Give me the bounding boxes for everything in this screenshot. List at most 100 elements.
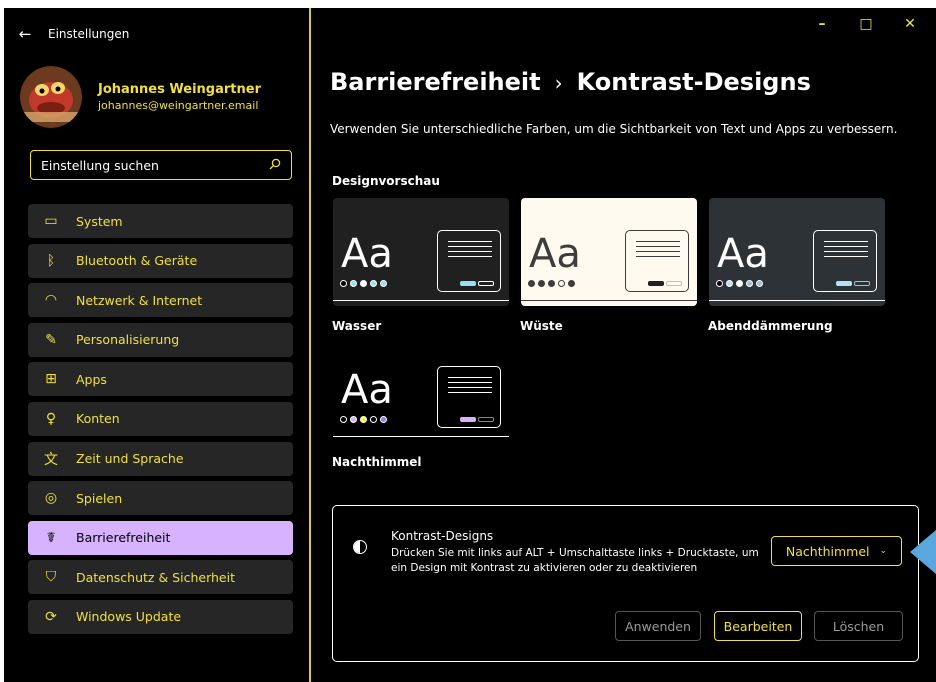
user-name: Johannes Weingartner [98, 82, 261, 97]
window-controls: – □ ✕ [800, 8, 932, 42]
sidebar-item-datenschutz-sicherheit[interactable]: ⛉ Datenschutz & Sicherheit [28, 560, 293, 595]
time-language-icon: 文 [44, 451, 58, 468]
theme-color-dots [340, 416, 390, 423]
brush-icon: ✎ [45, 331, 57, 348]
person-icon: ♀ [45, 410, 57, 427]
color-dot [528, 280, 535, 287]
back-button[interactable]: ← [14, 20, 36, 48]
delete-button[interactable]: Löschen [814, 611, 903, 641]
theme-label: Wasser [332, 319, 382, 333]
sidebar-item-label: Zeit und Sprache [76, 451, 184, 467]
page-description: Verwenden Sie unterschiedliche Farben, u… [330, 122, 898, 136]
maximize-button[interactable]: □ [844, 8, 888, 40]
pointer-arrow-tail [930, 544, 936, 560]
settings-window: ← Einstellungen Johannes Weingartner joh… [4, 8, 936, 682]
color-dot [548, 280, 555, 287]
panel-description: Drücken Sie mit links auf ALT + Umschalt… [391, 547, 759, 574]
sidebar-item-label: Konten [76, 411, 120, 427]
search-icon [269, 158, 281, 173]
close-icon: ✕ [904, 16, 916, 32]
theme-window-sample [437, 230, 501, 292]
sidebar-item-label: Datenschutz & Sicherheit [76, 569, 235, 585]
theme-aa-sample: Aa [717, 231, 769, 277]
edit-button[interactable]: Bearbeiten [714, 611, 802, 641]
breadcrumb: Barrierefreiheit › Kontrast-Designs [330, 68, 811, 96]
sidebar-item-label: Personalisierung [76, 332, 180, 348]
theme-dropdown[interactable]: Nachthimmel ⌄ [771, 536, 902, 566]
theme-window-sample [625, 230, 689, 292]
close-button[interactable]: ✕ [888, 8, 932, 40]
color-dot [360, 416, 367, 423]
contrast-theme-panel: Kontrast-Designs Drücken Sie mit links a… [332, 505, 919, 662]
color-dot [350, 416, 357, 423]
shield-icon: ⛉ [45, 569, 57, 586]
color-dot [756, 280, 763, 287]
color-dot [350, 280, 357, 287]
monitor-icon: ▭ [44, 213, 58, 229]
sidebar-item-barrierefreiheit[interactable]: ☤ Barrierefreiheit [28, 520, 293, 555]
sidebar-item-spielen[interactable]: ◎ Spielen [28, 481, 293, 516]
search-placeholder: Einstellung suchen [41, 157, 159, 173]
color-dot [538, 280, 545, 287]
gamepad-icon: ◎ [44, 490, 58, 507]
theme-aa-sample: Aa [341, 367, 393, 413]
titlebar: ← Einstellungen [14, 14, 130, 54]
wifi-icon: ◠ [44, 292, 58, 309]
theme-preview-wasser[interactable]: Aa [333, 198, 509, 306]
color-dot [360, 280, 367, 287]
sidebar-item-netzwerk-internet[interactable]: ◠ Netzwerk & Internet [28, 283, 293, 318]
sidebar-item-zeit-und-sprache[interactable]: 文 Zeit und Sprache [28, 441, 293, 476]
user-profile[interactable]: Johannes Weingartner johannes@weingartne… [20, 66, 261, 128]
color-dot [370, 280, 377, 287]
theme-label: Nachthimmel [332, 455, 422, 469]
app-title: Einstellungen [48, 27, 130, 41]
sidebar-item-apps[interactable]: ⊞ Apps [28, 362, 293, 397]
theme-preview-abenddämmerung[interactable]: Aa [709, 198, 885, 306]
breadcrumb-separator: › [554, 71, 563, 95]
color-dot [726, 280, 733, 287]
update-icon: ⟳ [45, 608, 57, 625]
sidebar-item-windows-update[interactable]: ⟳ Windows Update [28, 599, 293, 634]
sidebar-item-label: Spielen [76, 490, 123, 506]
theme-label: Abenddämmerung [708, 319, 833, 333]
back-arrow-icon: ← [18, 25, 32, 43]
color-dot [558, 280, 565, 287]
breadcrumb-parent[interactable]: Barrierefreiheit [330, 68, 541, 96]
sidebar-item-personalisierung[interactable]: ✎ Personalisierung [28, 322, 293, 357]
sidebar-item-system[interactable]: ▭ System [28, 204, 293, 238]
profile-text: Johannes Weingartner johannes@weingartne… [98, 82, 261, 112]
theme-window-sample [813, 230, 877, 292]
theme-window-sample [437, 366, 501, 428]
sidebar-item-konten[interactable]: ♀ Konten [28, 401, 293, 436]
theme-preview-nachthimmel[interactable]: Aa [333, 334, 509, 442]
preview-section-title: Designvorschau [332, 174, 440, 188]
user-email: johannes@weingartner.email [98, 99, 259, 112]
theme-aa-sample: Aa [341, 231, 393, 277]
theme-preview-wüste[interactable]: Aa [521, 198, 697, 306]
breadcrumb-current: Kontrast-Designs [576, 68, 811, 96]
sidebar-divider [309, 8, 311, 682]
color-dot [380, 416, 387, 423]
color-dot [370, 416, 377, 423]
color-dot [340, 280, 347, 287]
theme-color-dots [340, 280, 390, 287]
color-dot [340, 416, 347, 423]
sidebar-item-label: Bluetooth & Geräte [76, 253, 198, 269]
sidebar-item-label: Barrierefreiheit [76, 530, 171, 546]
color-dot [746, 280, 753, 287]
maximize-icon: □ [859, 16, 873, 32]
color-dot [736, 280, 743, 287]
search-input[interactable]: Einstellung suchen [30, 150, 292, 180]
sidebar-item-label: Netzwerk & Internet [76, 292, 203, 308]
contrast-icon [353, 540, 367, 554]
minimize-button[interactable]: – [800, 8, 844, 40]
sidebar-item-bluetooth-geräte[interactable]: ᛒ Bluetooth & Geräte [28, 243, 293, 278]
nav-list: ▭ System ᛒ Bluetooth & Geräte ◠ Netzwerk & In… [28, 204, 293, 640]
chevron-down-icon: ⌄ [879, 546, 888, 556]
avatar [20, 66, 82, 128]
apply-button[interactable]: Anwenden [615, 611, 701, 641]
sidebar-item-label: Windows Update [76, 609, 182, 625]
sidebar-item-label: System [76, 213, 123, 229]
sidebar: ← Einstellungen Johannes Weingartner joh… [4, 8, 308, 682]
color-dot [716, 280, 723, 287]
